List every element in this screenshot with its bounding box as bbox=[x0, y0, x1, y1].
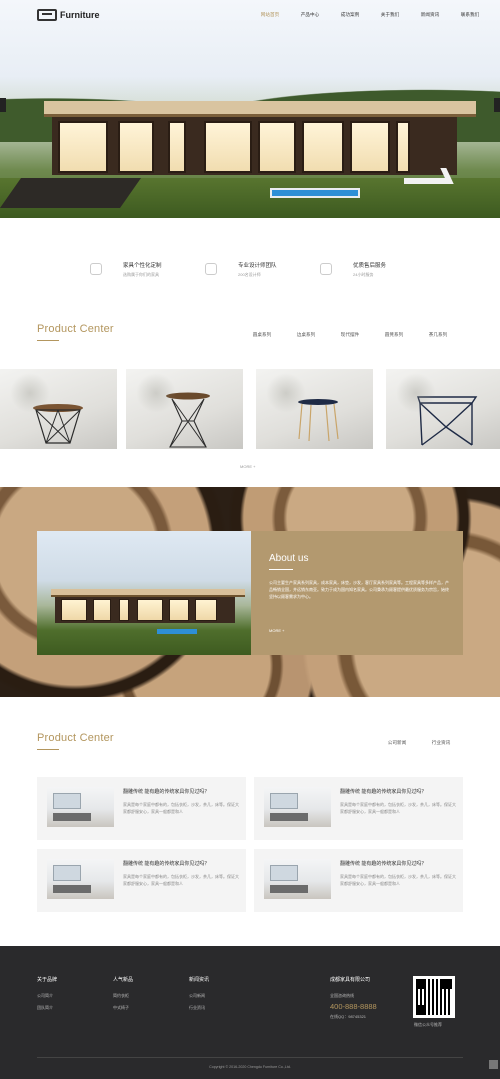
footer-col-news: 新闻资讯 公司新闻 行业资讯 bbox=[189, 976, 209, 1017]
prev-slide-arrow-icon[interactable] bbox=[0, 98, 6, 112]
about-underline bbox=[269, 569, 293, 570]
tab-modern-decor[interactable]: 现代摆件 bbox=[328, 332, 372, 338]
news-thumbnail bbox=[47, 859, 114, 899]
footer-col-brand: 关于品牌 公司简介 团队简介 bbox=[37, 976, 57, 1017]
news-thumbnail bbox=[264, 859, 331, 899]
tab-round-stools[interactable]: 圆凳系列 bbox=[372, 332, 416, 338]
logo-text: Furniture bbox=[60, 10, 100, 20]
feature-subtitle: 24小时服务 bbox=[353, 272, 374, 277]
product-tabs: 圆桌系列 边桌系列 现代摆件 圆凳系列 茶几系列 bbox=[240, 332, 460, 338]
logo-icon bbox=[37, 9, 57, 21]
hotline-label: 全国咨询热线 bbox=[330, 993, 354, 998]
features-row: 家具个性化定制 选购属于你们的家具 专业设计师团队 200名设计师 优质售后服务… bbox=[0, 255, 500, 295]
nav-item-contact[interactable]: 联系我们 bbox=[450, 12, 490, 18]
news-title[interactable]: 翻雕传统 能有趣的传统家具你见过吗？ bbox=[340, 788, 458, 795]
lounger-chair bbox=[404, 168, 466, 188]
hero-banner: Furniture 网站首页 产品中心 成功案例 关于我们 新闻资讯 联系我们 bbox=[0, 0, 500, 218]
tab-company-news[interactable]: 公司新闻 bbox=[375, 740, 419, 746]
title-underline bbox=[37, 340, 59, 341]
footer-link[interactable]: 中式椅子 bbox=[113, 1005, 133, 1011]
footer-col-new: 人气新品 简约衣柜 中式椅子 bbox=[113, 976, 133, 1017]
company-name: 成都家具有限公司 bbox=[330, 977, 371, 983]
feature-designers: 专业设计师团队 200名设计师 bbox=[205, 255, 335, 285]
tab-coffee-tables[interactable]: 茶几系列 bbox=[416, 332, 460, 338]
qq-contact[interactable]: 在线QQ：98745321 bbox=[330, 1014, 377, 1020]
news-card[interactable]: 翻雕传统 能有趣的传统家具你见过吗？ 家具是每个家庭中都有的，包括衣柜，沙发，茶… bbox=[37, 777, 246, 840]
news-section-title: Product Center bbox=[37, 732, 114, 744]
news-card[interactable]: 翻雕传统 能有趣的传统家具你见过吗？ 家具是每个家庭中都有的，包括衣柜，沙发，茶… bbox=[254, 849, 463, 912]
about-title: About us bbox=[269, 553, 309, 564]
footer-heading: 新闻资讯 bbox=[189, 977, 210, 983]
feature-title: 专业设计师团队 bbox=[238, 263, 277, 269]
nav-item-news[interactable]: 新闻资讯 bbox=[410, 12, 450, 18]
tab-side-tables[interactable]: 边桌系列 bbox=[284, 332, 328, 338]
tab-round-tables[interactable]: 圆桌系列 bbox=[240, 332, 284, 338]
news-desc: 家具是每个家庭中都有的，包括衣柜，沙发，茶几，床等。保证大家都舒服安心，家具一般… bbox=[123, 874, 239, 886]
page: Furniture 网站首页 产品中心 成功案例 关于我们 新闻资讯 联系我们 … bbox=[0, 0, 500, 1079]
footer-link[interactable]: 公司新闻 bbox=[189, 993, 209, 999]
product-more-link[interactable]: MORE + bbox=[240, 464, 255, 469]
logo[interactable]: Furniture bbox=[37, 9, 100, 21]
product-card[interactable] bbox=[256, 369, 373, 449]
news-title[interactable]: 翻雕传统 能有趣的传统家具你见过吗？ bbox=[123, 788, 241, 795]
main-nav: 网站首页 产品中心 成功案例 关于我们 新闻资讯 联系我们 bbox=[250, 12, 490, 18]
nav-item-products[interactable]: 产品中心 bbox=[290, 12, 330, 18]
news-desc: 家具是每个家庭中都有的，包括衣柜，沙发，茶几，床等。保证大家都舒服安心，家具一般… bbox=[340, 802, 456, 814]
product-card[interactable] bbox=[386, 369, 500, 449]
about-panel: About us 公司主要生产家具系列家具，成本家具，床垫，沙发，客厅家具系列家… bbox=[251, 531, 463, 655]
footer-divider bbox=[37, 1057, 463, 1058]
news-title[interactable]: 翻雕传统 能有趣的传统家具你见过吗？ bbox=[123, 860, 241, 867]
news-card[interactable]: 翻雕传统 能有趣的传统家具你见过吗？ 家具是每个家庭中都有的，包括衣柜，沙发，茶… bbox=[37, 849, 246, 912]
feature-title: 优质售后服务 bbox=[353, 263, 387, 269]
tab-industry-news[interactable]: 行业资讯 bbox=[419, 740, 463, 746]
wrench-icon bbox=[90, 263, 102, 275]
news-card[interactable]: 翻雕传统 能有趣的传统家具你见过吗？ 家具是每个家庭中都有的，包括衣柜，沙发，茶… bbox=[254, 777, 463, 840]
about-text: 公司主要生产家具系列家具，成本家具，床垫，沙发，客厅家具系列家具等。工程家具等多… bbox=[269, 580, 449, 599]
news-tabs: 公司新闻 行业资讯 bbox=[375, 740, 463, 746]
nav-item-cases[interactable]: 成功案例 bbox=[330, 12, 370, 18]
next-slide-arrow-icon[interactable] bbox=[494, 98, 500, 112]
news-desc: 家具是每个家庭中都有的，包括衣柜，沙发，茶几，床等。保证大家都舒服安心，家具一般… bbox=[340, 874, 456, 886]
footer-link[interactable]: 公司简介 bbox=[37, 993, 57, 999]
qr-code bbox=[413, 976, 455, 1018]
hero-house-image bbox=[44, 101, 476, 177]
nav-item-home[interactable]: 网站首页 bbox=[250, 12, 290, 18]
product-center-title: Product Center bbox=[37, 323, 114, 335]
feature-subtitle: 选购属于你们的家具 bbox=[123, 272, 159, 277]
product-gallery bbox=[0, 369, 500, 449]
feature-service: 优质售后服务 24小时服务 bbox=[320, 255, 450, 285]
hotline-phone[interactable]: 400-888-8888 bbox=[330, 1002, 377, 1011]
footer-link[interactable]: 行业资讯 bbox=[189, 1005, 209, 1011]
title-underline bbox=[37, 749, 59, 750]
nav-item-about[interactable]: 关于我们 bbox=[370, 12, 410, 18]
feature-customize: 家具个性化定制 选购属于你们的家具 bbox=[90, 255, 220, 285]
image-icon bbox=[205, 263, 217, 275]
back-to-top-icon[interactable] bbox=[489, 1060, 498, 1069]
news-desc: 家具是每个家庭中都有的，包括衣柜，沙发，茶几，床等。保证大家都舒服安心，家具一般… bbox=[123, 802, 239, 814]
clock-icon bbox=[320, 263, 332, 275]
about-more-link[interactable]: MORE + bbox=[269, 628, 284, 633]
footer-link[interactable]: 团队简介 bbox=[37, 1005, 57, 1011]
about-house-image bbox=[37, 531, 251, 655]
news-thumbnail bbox=[264, 787, 331, 827]
product-card[interactable] bbox=[126, 369, 243, 449]
footer-link[interactable]: 简约衣柜 bbox=[113, 993, 133, 999]
about-section: About us 公司主要生产家具系列家具，成本家具，床垫，沙发，客厅家具系列家… bbox=[0, 487, 500, 697]
footer-heading: 人气新品 bbox=[113, 977, 134, 983]
qr-caption: 微信公众号推荐 bbox=[414, 1022, 442, 1027]
footer-heading: 关于品牌 bbox=[37, 977, 58, 983]
news-title[interactable]: 翻雕传统 能有趣的传统家具你见过吗？ bbox=[340, 860, 458, 867]
footer-company: 成都家具有限公司 全国咨询热线 400-888-8888 在线QQ：987453… bbox=[330, 976, 377, 1026]
news-thumbnail bbox=[47, 787, 114, 827]
feature-title: 家具个性化定制 bbox=[123, 263, 162, 269]
footer: 关于品牌 公司简介 团队简介 人气新品 简约衣柜 中式椅子 新闻资讯 公司新闻 … bbox=[0, 946, 500, 1079]
product-card[interactable] bbox=[0, 369, 117, 449]
feature-subtitle: 200名设计师 bbox=[238, 272, 261, 277]
copyright: Copyright © 2016-2020 Chengdu Furniture … bbox=[209, 1065, 291, 1069]
